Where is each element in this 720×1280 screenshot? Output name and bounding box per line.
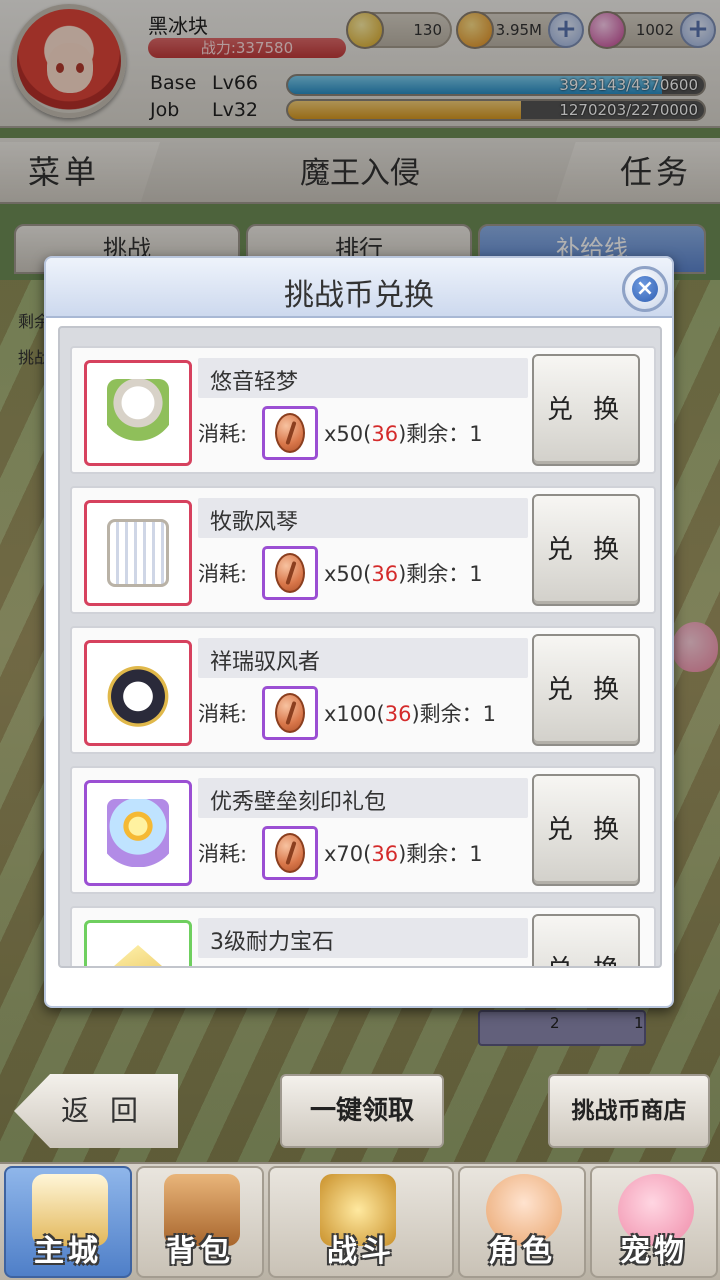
remaining-count: 1 [482, 702, 497, 726]
remaining-label: 剩余： [419, 702, 483, 726]
nav-main-city-label: 主城 [34, 1234, 102, 1269]
owned-count: 36 [371, 842, 399, 866]
wind-rider-mount-icon [107, 659, 169, 727]
exchange-button[interactable]: 兑 换 [532, 634, 640, 746]
accordion-icon [107, 519, 169, 587]
coin-frame [262, 406, 318, 460]
remaining-label: 剩余： [406, 842, 470, 866]
coin-shop-button[interactable]: 挑战币商店 [548, 1074, 710, 1148]
gift-box-icon [107, 799, 169, 867]
cost-label: 消耗: [198, 702, 248, 726]
item-icon-frame[interactable] [84, 780, 192, 886]
exchange-item: 祥瑞驭风者 消耗: x100(36)剩余：1 兑 换 [70, 626, 656, 754]
nav-battle[interactable]: 战斗 [268, 1166, 454, 1278]
exchange-item: 3级耐力宝石 兑 换 [70, 906, 656, 966]
challenge-coin-icon [275, 413, 305, 453]
exchange-button[interactable]: 兑 换 [532, 494, 640, 606]
exchange-item: 牧歌风琴 消耗: x50(36)剩余：1 兑 换 [70, 486, 656, 614]
exchange-dialog: 挑战币兑换 × 悠音轻梦 消耗: x50(36)剩余：1 兑 换 牧歌风琴 消耗… [44, 256, 674, 1008]
nav-battle-label: 战斗 [327, 1234, 395, 1269]
challenge-coin-icon [275, 693, 305, 733]
item-name-bar: 优秀壁垒刻印礼包 [198, 778, 528, 818]
item-name: 牧歌风琴 [210, 510, 299, 535]
cost-amount: x70( [324, 842, 372, 866]
exchange-button[interactable]: 兑 换 [532, 354, 640, 466]
owned-count: 36 [384, 702, 412, 726]
cost-text: x70(36)剩余：1 [324, 838, 483, 868]
cost-label: 消耗: [198, 562, 248, 586]
close-icon: × [632, 276, 658, 302]
cost-label: 消耗: [198, 422, 248, 446]
item-name: 优秀壁垒刻印礼包 [210, 790, 387, 815]
remaining-count: 1 [469, 422, 483, 446]
remaining-count: 1 [469, 842, 483, 866]
item-icon-frame[interactable] [84, 920, 192, 966]
cost-text: x50(36)剩余：1 [324, 558, 483, 588]
sheep-headgear-icon [107, 379, 169, 447]
nav-backpack-label: 背包 [166, 1234, 234, 1269]
cost-text: x100(36)剩余：1 [324, 698, 496, 728]
remaining-label: 剩余： [406, 422, 470, 446]
nav-pet-label: 宠物 [620, 1234, 688, 1269]
close-button[interactable]: × [622, 266, 668, 312]
item-name: 悠音轻梦 [210, 370, 299, 395]
owned-count: 36 [371, 562, 399, 586]
dialog-footer [58, 972, 662, 1002]
remaining-count: 1 [469, 562, 483, 586]
nav-pet[interactable]: 宠物 [590, 1166, 718, 1278]
cost-label: 消耗: [198, 842, 248, 866]
coin-frame [262, 686, 318, 740]
item-icon-frame[interactable] [84, 360, 192, 466]
dialog-title: 挑战币兑换 [284, 278, 434, 313]
coin-frame [262, 826, 318, 880]
nav-character-label: 角色 [488, 1234, 556, 1269]
item-name-bar: 3级耐力宝石 [198, 918, 528, 958]
claim-all-button[interactable]: 一键领取 [280, 1074, 444, 1148]
item-name: 祥瑞驭风者 [210, 650, 321, 675]
gem-icon [107, 945, 169, 966]
item-name-bar: 悠音轻梦 [198, 358, 528, 398]
cost-close: ) [411, 702, 420, 726]
challenge-coin-icon [275, 553, 305, 593]
exchange-button[interactable]: 兑 换 [532, 774, 640, 886]
item-name: 3级耐力宝石 [210, 930, 334, 955]
nav-main-city[interactable]: 主城 [4, 1166, 132, 1278]
cost-amount: x50( [324, 562, 372, 586]
coin-frame [262, 546, 318, 600]
item-icon-frame[interactable] [84, 640, 192, 746]
cost-amount: x50( [324, 422, 372, 446]
dialog-header: 挑战币兑换 × [46, 258, 672, 318]
exchange-item: 优秀壁垒刻印礼包 消耗: x70(36)剩余：1 兑 换 [70, 766, 656, 894]
owned-count: 36 [371, 422, 399, 446]
exchange-item: 悠音轻梦 消耗: x50(36)剩余：1 兑 换 [70, 346, 656, 474]
item-name-bar: 祥瑞驭风者 [198, 638, 528, 678]
remaining-label: 剩余： [406, 562, 470, 586]
cost-text: x50(36)剩余：1 [324, 418, 483, 448]
nav-character[interactable]: 角色 [458, 1166, 586, 1278]
challenge-coin-icon [275, 833, 305, 873]
cost-amount: x100( [324, 702, 385, 726]
item-name-bar: 牧歌风琴 [198, 498, 528, 538]
nav-backpack[interactable]: 背包 [136, 1166, 264, 1278]
item-icon-frame[interactable] [84, 500, 192, 606]
exchange-button[interactable]: 兑 换 [532, 914, 640, 966]
exchange-list[interactable]: 悠音轻梦 消耗: x50(36)剩余：1 兑 换 牧歌风琴 消耗: x50(36… [58, 326, 662, 968]
